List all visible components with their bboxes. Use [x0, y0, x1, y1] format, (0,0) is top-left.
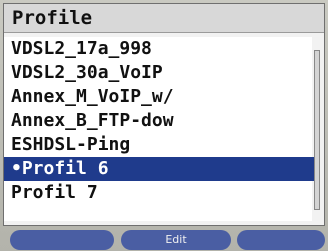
title-bar: Profile — [4, 4, 324, 33]
edit-button[interactable]: Edit — [121, 230, 231, 250]
scrollbar-thumb[interactable] — [315, 51, 319, 209]
scrollbar[interactable] — [314, 50, 320, 210]
profile-item[interactable]: VDSL2_30a_VoIP — [4, 61, 314, 85]
display-screen: Profile VDSL2_17a_998 VDSL2_30a_VoIP Ann… — [3, 3, 325, 226]
profile-item[interactable]: VDSL2_17a_998 — [4, 37, 314, 61]
profile-item[interactable]: Annex_M_VoIP_w/ — [4, 85, 314, 109]
softkey-left-button[interactable] — [10, 230, 114, 250]
profile-item-selected[interactable]: •Profil 6 — [4, 157, 314, 181]
profile-list: VDSL2_17a_998 VDSL2_30a_VoIP Annex_M_VoI… — [4, 37, 314, 221]
profile-item[interactable]: Profil 7 — [4, 181, 314, 205]
profile-item[interactable]: Annex_B_FTP-dow — [4, 109, 314, 133]
page-title: Profile — [12, 7, 93, 29]
softkey-right-button[interactable] — [237, 230, 325, 250]
device-frame: Profile VDSL2_17a_998 VDSL2_30a_VoIP Ann… — [0, 0, 328, 251]
profile-item[interactable]: ESHDSL-Ping — [4, 133, 314, 157]
